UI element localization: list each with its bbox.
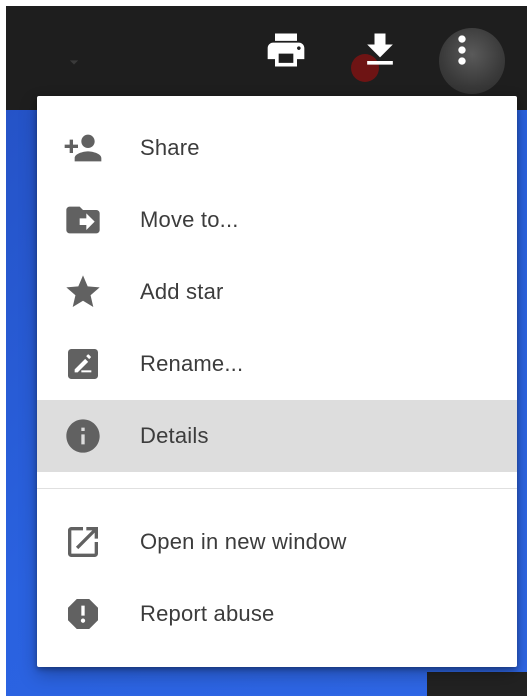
menu-item-label: Share [140, 135, 200, 160]
print-button[interactable] [262, 26, 310, 74]
info-icon [63, 416, 103, 456]
menu-item-move-to[interactable]: Move to... [37, 184, 517, 256]
menu-item-label: Details [140, 423, 209, 448]
menu-item-label: Move to... [140, 207, 239, 232]
menu-item-add-star[interactable]: Add star [37, 256, 517, 328]
print-icon [267, 33, 305, 67]
download-button[interactable] [356, 26, 404, 74]
context-menu: Share Move to... Add star Rename... Deta… [37, 96, 517, 667]
more-vert-icon [458, 35, 466, 65]
report-icon [63, 594, 103, 634]
download-icon [367, 33, 393, 65]
menu-item-rename[interactable]: Rename... [37, 328, 517, 400]
more-options-button[interactable] [438, 26, 486, 74]
rename-icon [63, 344, 103, 384]
menu-item-label: Rename... [140, 351, 244, 376]
star-icon [63, 272, 103, 312]
menu-item-report-abuse[interactable]: Report abuse [37, 578, 517, 650]
menu-item-label: Open in new window [140, 529, 347, 554]
folder-move-icon [63, 200, 103, 240]
open-in-new-icon [63, 522, 103, 562]
caret-down-icon [69, 60, 79, 65]
person-add-icon [63, 128, 103, 168]
menu-item-label: Add star [140, 279, 224, 304]
menu-divider [37, 488, 517, 489]
top-toolbar [6, 6, 527, 110]
menu-item-label: Report abuse [140, 601, 275, 626]
dropdown-button[interactable] [62, 50, 86, 74]
menu-item-details[interactable]: Details [37, 400, 517, 472]
menu-item-share[interactable]: Share [37, 112, 517, 184]
menu-item-open-in-new-window[interactable]: Open in new window [37, 506, 517, 578]
bottom-bar [427, 672, 527, 696]
